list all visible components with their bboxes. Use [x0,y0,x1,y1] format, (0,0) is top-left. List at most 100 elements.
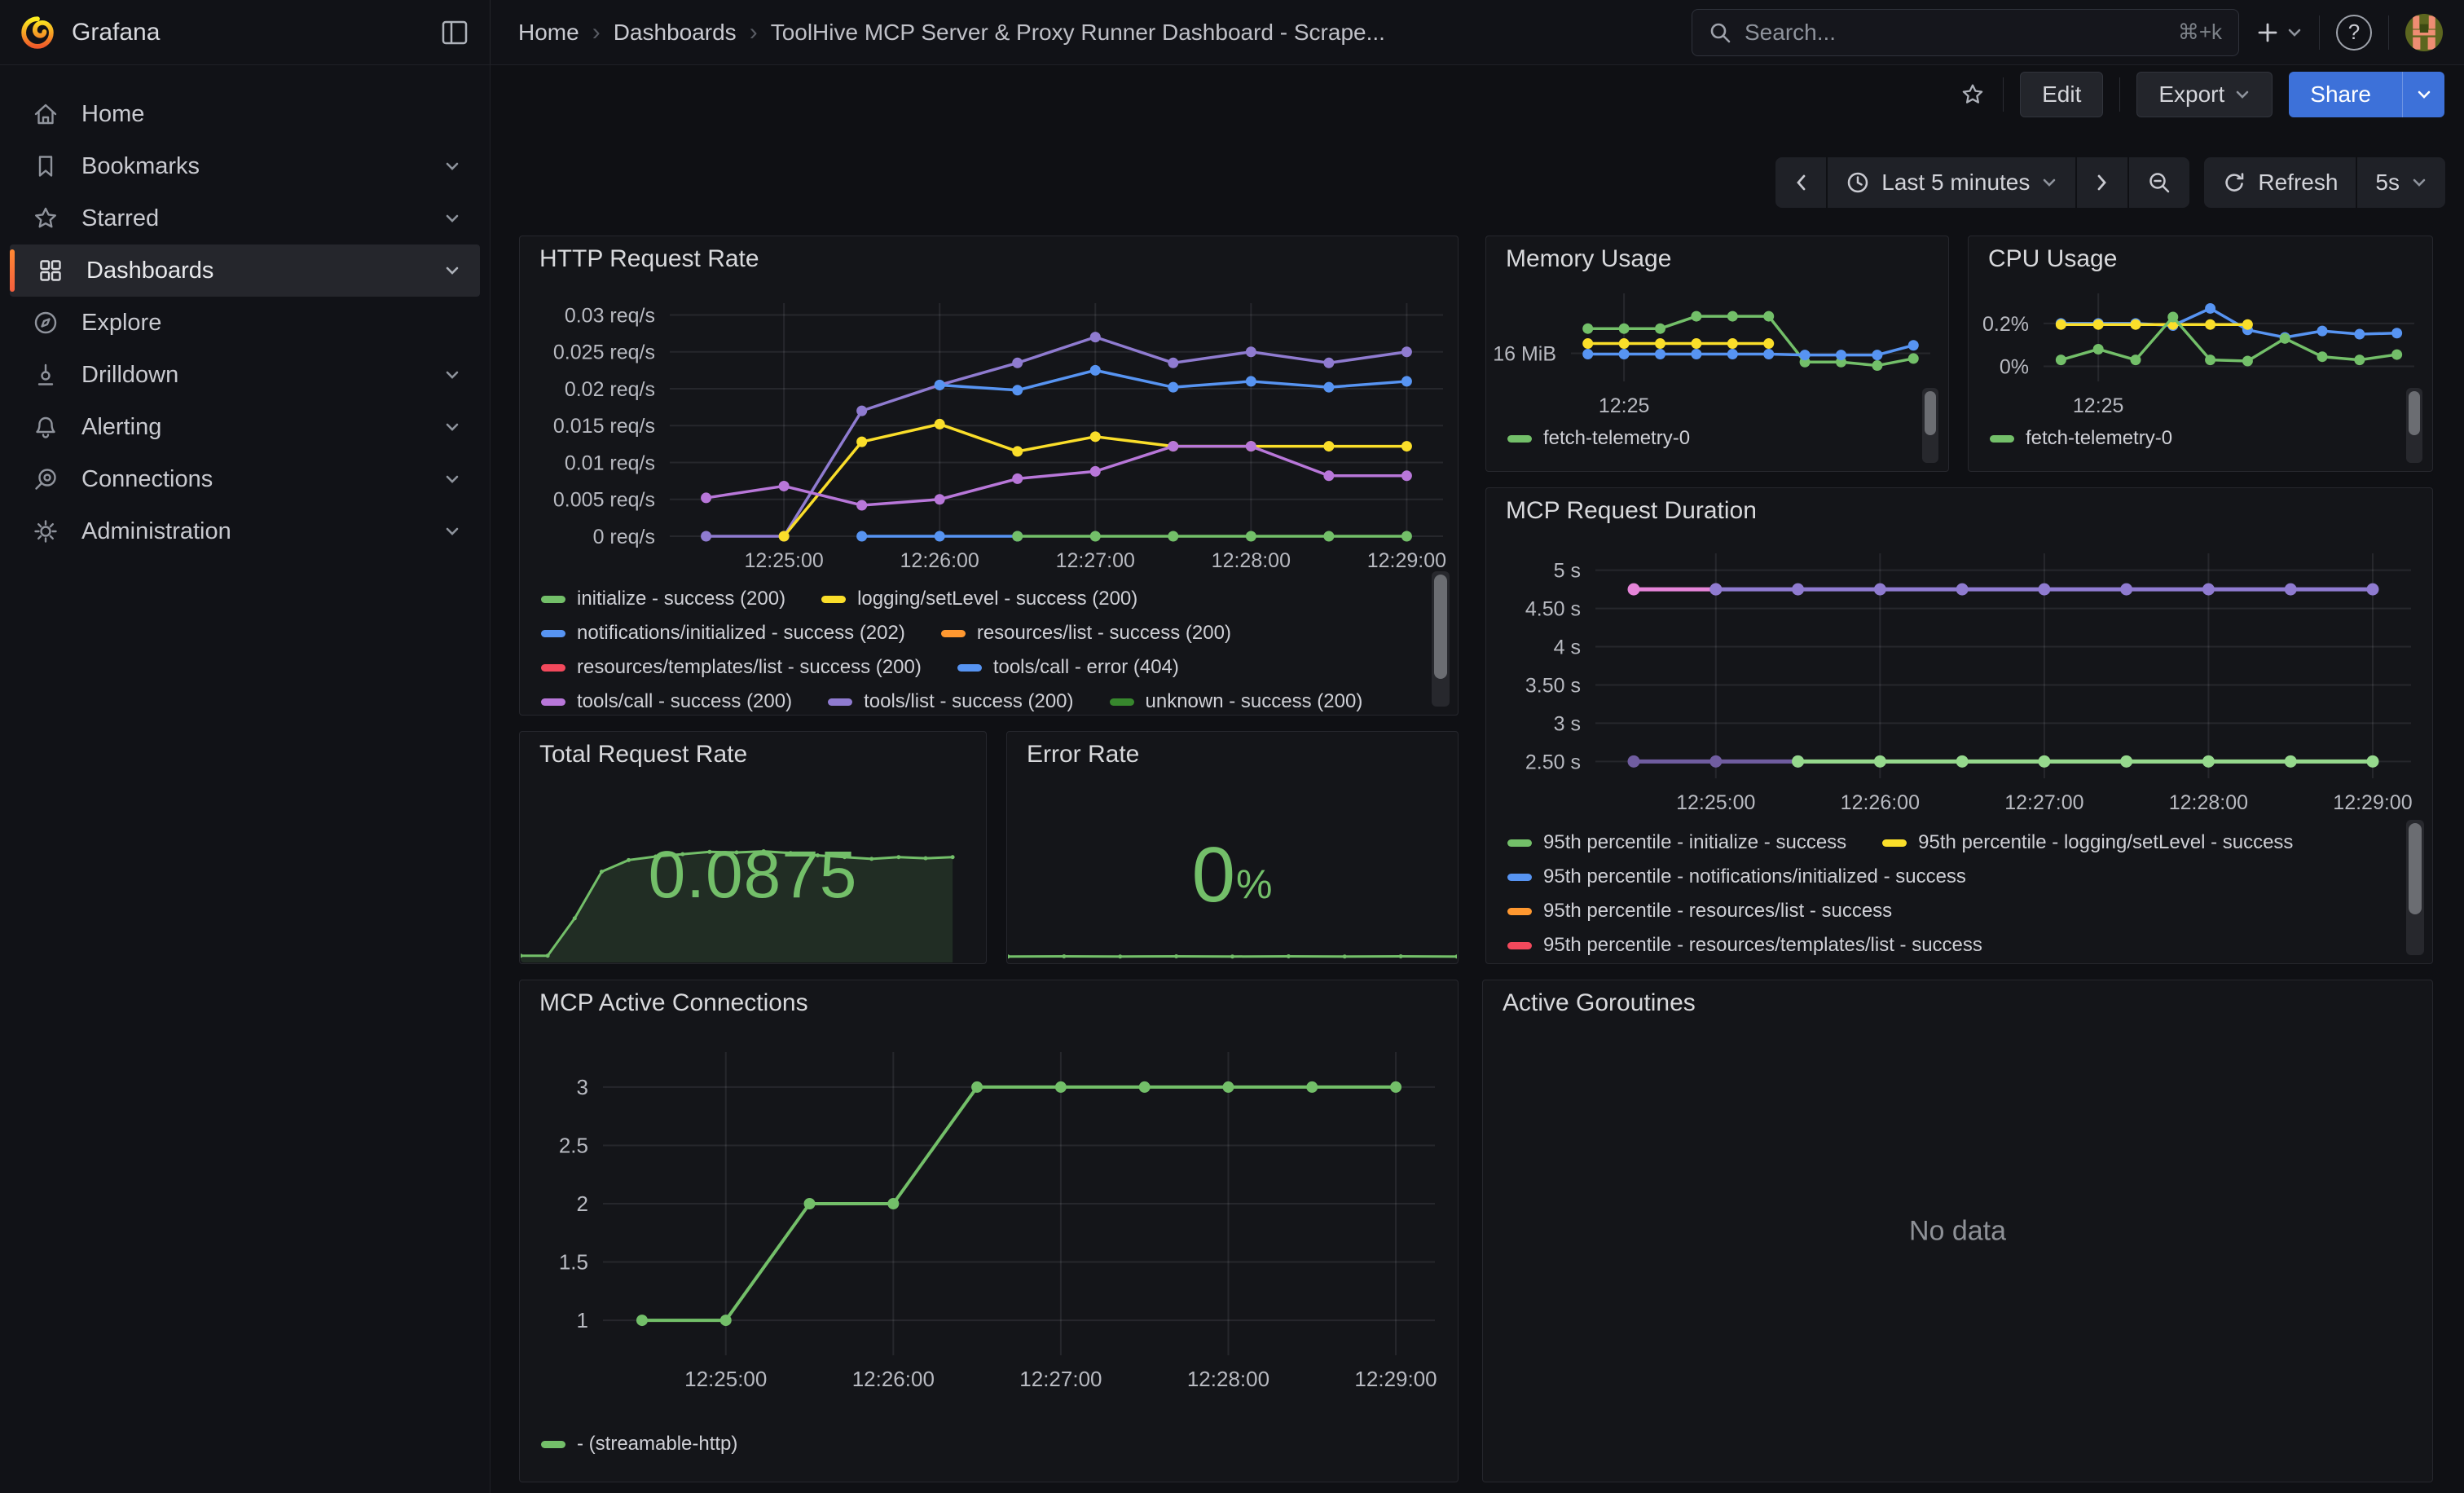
sidebar-item-explore[interactable]: Explore [0,297,490,349]
scrollbar-thumb[interactable] [1434,575,1447,679]
time-shift-forward-button[interactable] [2075,157,2127,208]
svg-text:0.025 req/s: 0.025 req/s [553,341,655,364]
svg-text:12:27:00: 12:27:00 [1056,549,1135,572]
home-icon [31,99,60,129]
svg-text:12:26:00: 12:26:00 [1841,791,1920,814]
panel-error-rate: Error Rate 0% [1006,731,1459,964]
share-button[interactable]: Share [2289,72,2444,117]
panel-header[interactable]: Memory Usage [1486,236,1948,282]
time-zoom-out-button[interactable] [2127,157,2189,208]
topbar-main-section: Home › Dashboards › ToolHive MCP Server … [491,0,2464,64]
svg-text:0.2%: 0.2% [1982,313,2029,336]
sidebar-item-dashboards[interactable]: Dashboards [10,244,480,297]
export-button[interactable]: Export [2136,72,2273,117]
sidebar-item-bookmarks[interactable]: Bookmarks [0,140,490,192]
scrollbar-thumb[interactable] [1925,391,1936,435]
svg-text:0.005 req/s: 0.005 req/s [553,489,655,512]
panel-cpu-usage: CPU Usage 12:250%0.2% fetch-telemetry-0 [1968,236,2433,472]
legend-item[interactable]: fetch-telemetry-0 [1507,427,1690,450]
scrollbar-thumb[interactable] [2409,391,2420,435]
legend-series-color [541,1441,565,1448]
panel-header[interactable]: MCP Active Connections [520,980,1458,1026]
search-input[interactable]: Search... ⌘+k [1692,9,2239,56]
legend-item[interactable]: tools/call - error (404) [957,656,1179,679]
legend-scrollbar[interactable] [2406,388,2422,463]
legend-item[interactable]: 95th percentile - resources/templates/li… [1507,934,1982,957]
sidebar-item-connections[interactable]: Connections [0,453,490,505]
sidebar-item-drilldown[interactable]: Drilldown [0,349,490,401]
user-avatar[interactable] [2405,14,2443,51]
refresh-interval-picker[interactable]: 5s [2356,157,2445,208]
sidebar-item-administration[interactable]: Administration [0,505,490,557]
svg-text:0.015 req/s: 0.015 req/s [553,415,655,438]
cpu-usage-chart[interactable]: 12:250%0.2% [1972,280,2426,424]
legend-item[interactable]: resources/templates/list - success (200) [541,656,922,679]
breadcrumb-item-dashboards[interactable]: Dashboards [614,20,737,46]
sidebar-item-alerting[interactable]: Alerting [0,401,490,453]
legend-item[interactable]: 95th percentile - resources/list - succe… [1507,900,1892,923]
svg-text:12:28:00: 12:28:00 [1187,1367,1269,1391]
legend-item[interactable]: notifications/initialized - success (202… [541,622,905,645]
svg-text:12:25:00: 12:25:00 [744,549,823,572]
legend-series-color [1507,942,1532,949]
legend-series-color [1507,839,1532,847]
sidebar-toggle-button[interactable] [439,18,470,47]
refresh-button[interactable]: Refresh [2204,157,2356,208]
legend-item[interactable]: unknown - success (200) [1110,690,1363,711]
http-request-rate-chart[interactable]: 12:25:0012:26:0012:27:0012:28:0012:29:00… [526,284,1451,587]
svg-text:0.01 req/s: 0.01 req/s [565,451,655,474]
time-shift-back-button[interactable] [1775,157,1826,208]
panel-active-goroutines: Active Goroutines No data [1482,980,2433,1482]
panel-header[interactable]: MCP Request Duration [1486,488,2432,534]
breadcrumb-item-home[interactable]: Home [518,20,579,46]
cpu-legend: fetch-telemetry-0 [1990,427,2387,465]
panel-header[interactable]: HTTP Request Rate [520,236,1458,282]
edit-button[interactable]: Edit [2020,72,2103,117]
legend-series-label: 95th percentile - initialize - success [1543,831,1846,854]
memory-usage-chart[interactable]: 12:2516 MiB [1489,280,1942,424]
favorite-star-button[interactable] [1959,81,1987,108]
share-label[interactable]: Share [2289,72,2392,117]
legend-item[interactable]: tools/call - success (200) [541,690,792,711]
panel-header[interactable]: CPU Usage [1969,236,2432,282]
legend-series-color [541,596,565,603]
legend-item[interactable]: 95th percentile - notifications/initiali… [1507,865,1966,888]
legend-item[interactable]: initialize - success (200) [541,588,785,610]
panel-title: MCP Active Connections [539,989,808,1017]
svg-text:3: 3 [577,1075,588,1099]
legend-item[interactable]: fetch-telemetry-0 [1990,427,2172,450]
time-range-label: Last 5 minutes [1881,170,2030,196]
legend-item[interactable]: logging/setLevel - success (200) [821,588,1137,610]
legend-item[interactable]: - (streamable-http) [541,1433,737,1456]
mcp-request-duration-chart[interactable]: 12:25:0012:26:0012:27:0012:28:0012:29:00… [1493,535,2424,829]
mcp-active-connections-chart[interactable]: 12:25:0012:26:0012:27:0012:28:0012:29:00… [526,1028,1450,1409]
share-dropdown-button[interactable] [2402,72,2444,117]
dashboard-actions-bar: Edit Export Share [491,65,2464,124]
chevron-down-icon [442,421,462,434]
legend-item[interactable]: 95th percentile - initialize - success [1507,831,1846,854]
legend-series-label: fetch-telemetry-0 [2026,427,2172,450]
new-button[interactable] [2255,20,2303,45]
legend-series-label: resources/list - success (200) [977,622,1231,645]
sidebar-item-starred[interactable]: Starred [0,192,490,244]
legend-item[interactable]: 95th percentile - logging/setLevel - suc… [1882,831,2293,854]
sidebar-item-home[interactable]: Home [0,88,490,140]
legend-series-color [1882,839,1907,847]
legend-scrollbar[interactable] [2406,820,2424,955]
bookmark-icon [31,152,60,181]
chevron-down-icon [2411,177,2427,188]
dashboards-grid-icon [36,256,65,285]
legend-scrollbar[interactable] [1432,571,1450,707]
grafana-logo-icon[interactable] [21,16,54,49]
svg-text:4.50 s: 4.50 s [1525,598,1581,621]
legend-item[interactable]: tools/list - success (200) [828,690,1073,711]
legend-item[interactable]: resources/list - success (200) [941,622,1231,645]
panel-title: MCP Request Duration [1506,497,1757,525]
panel-header[interactable]: Active Goroutines [1483,980,2432,1026]
legend-scrollbar[interactable] [1922,388,1938,463]
scrollbar-thumb[interactable] [2409,823,2422,914]
time-range-picker[interactable]: Last 5 minutes [1826,157,2075,208]
help-button[interactable]: ? [2336,15,2372,51]
search-placeholder: Search... [1745,20,2165,46]
chevron-down-icon [2234,89,2251,100]
